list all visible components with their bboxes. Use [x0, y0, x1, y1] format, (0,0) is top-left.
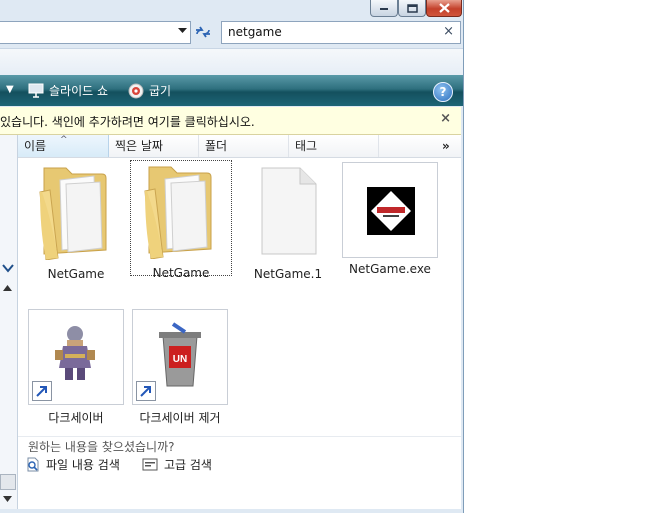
column-folder[interactable]: 폴더 [199, 135, 289, 157]
folder-icon [144, 166, 212, 260]
file-item-label: NetGame [152, 266, 210, 280]
refresh-button[interactable] [192, 21, 214, 43]
more-columns-icon[interactable]: » [442, 135, 450, 157]
slideshow-label: 슬라이드 쇼 [49, 84, 109, 98]
app-icon [367, 187, 415, 235]
column-date-label: 찍은 날짜 [115, 139, 163, 153]
minimize-button[interactable] [370, 0, 398, 17]
explorer-window: netgame × ▼ 슬라이드 쇼 굽기 ? 있습니다. 색인에 추가하려면 … [0, 0, 464, 513]
file-icon [261, 167, 317, 255]
advanced-search-icon [142, 458, 158, 471]
minimize-icon [380, 8, 388, 10]
info-bar-close-icon[interactable]: × [440, 111, 451, 126]
column-date-taken[interactable]: 찍은 날짜 [109, 135, 199, 157]
address-bar[interactable] [0, 21, 191, 44]
file-item-label: 다크세이버 제거 [139, 411, 221, 425]
column-header-row: 이름 ^ 찍은 날짜 폴더 태그 » [18, 135, 461, 158]
search-file-icon [27, 457, 39, 472]
sort-ascending-icon: ^ [60, 135, 68, 145]
file-item-label: 다크세이버 [48, 411, 104, 425]
search-file-contents-link[interactable]: 파일 내용 검색 [26, 456, 120, 473]
index-info-bar[interactable]: 있습니다. 색인에 추가하려면 여기를 클릭하십시오. × [0, 107, 461, 135]
svg-text:UN: UN [173, 354, 187, 365]
shortcut-arrow-icon [32, 381, 52, 401]
close-icon [438, 3, 450, 13]
close-button[interactable] [426, 0, 462, 17]
shortcut-item[interactable]: UN 다크세이버 제거 [130, 309, 230, 426]
navigation-pane [0, 135, 18, 509]
menu-bar [0, 48, 463, 76]
search-file-contents-label: 파일 내용 검색 [46, 458, 120, 472]
thumbnail-frame [342, 162, 438, 258]
scroll-up-arrow-icon[interactable] [3, 285, 12, 291]
shortcut-arrow-icon [136, 381, 156, 401]
burn-disc-icon [128, 83, 144, 98]
search-value: netgame [228, 25, 282, 39]
column-tags[interactable]: 태그 [289, 135, 379, 157]
file-item-selected[interactable]: NetGame [130, 160, 232, 280]
column-tags-label: 태그 [295, 139, 318, 153]
scroll-down-arrow-icon[interactable] [3, 496, 12, 502]
scrollbar-thumb[interactable] [0, 474, 16, 490]
search-input[interactable]: netgame × [221, 21, 461, 44]
burn-button[interactable]: 굽기 [128, 82, 171, 99]
maximize-button[interactable] [398, 0, 426, 17]
slideshow-icon [28, 83, 44, 98]
column-folder-label: 폴더 [205, 139, 228, 153]
file-item[interactable]: NetGame [26, 162, 126, 281]
slideshow-button[interactable]: 슬라이드 쇼 [28, 82, 108, 99]
file-item-label: NetGame.exe [349, 262, 431, 276]
thumbnail-frame [28, 309, 124, 405]
info-bar-text: 있습니다. 색인에 추가하려면 여기를 클릭하십시오. [0, 115, 255, 129]
file-item[interactable]: NetGame.exe [340, 162, 440, 276]
folder-icon [39, 167, 107, 261]
toolbar-dropdown-arrow-icon[interactable]: ▼ [6, 84, 14, 95]
column-name[interactable]: 이름 ^ [18, 135, 109, 157]
folders-chevron-icon[interactable] [2, 264, 14, 273]
clear-search-icon[interactable]: × [443, 24, 454, 39]
divider [18, 436, 461, 437]
column-name-label: 이름 [24, 139, 47, 153]
file-item-label: NetGame.1 [253, 267, 323, 281]
burn-label: 굽기 [149, 84, 172, 98]
command-toolbar: ▼ 슬라이드 쇼 굽기 [0, 75, 463, 106]
thumbnail-frame: UN [132, 309, 228, 405]
advanced-search-label: 고급 검색 [164, 458, 212, 472]
file-item[interactable]: NetGame.1 [238, 162, 338, 281]
help-icon[interactable]: ? [433, 82, 453, 102]
maximize-icon [406, 3, 418, 13]
file-item-label: NetGame [47, 267, 105, 281]
desktop-background [464, 0, 648, 513]
search-help-question: 원하는 내용을 찾으셨습니까? [28, 440, 175, 454]
chevron-down-icon[interactable] [178, 27, 187, 34]
refresh-icon [196, 26, 210, 38]
advanced-search-link[interactable]: 고급 검색 [142, 456, 212, 473]
shortcut-item[interactable]: 다크세이버 [26, 309, 126, 426]
